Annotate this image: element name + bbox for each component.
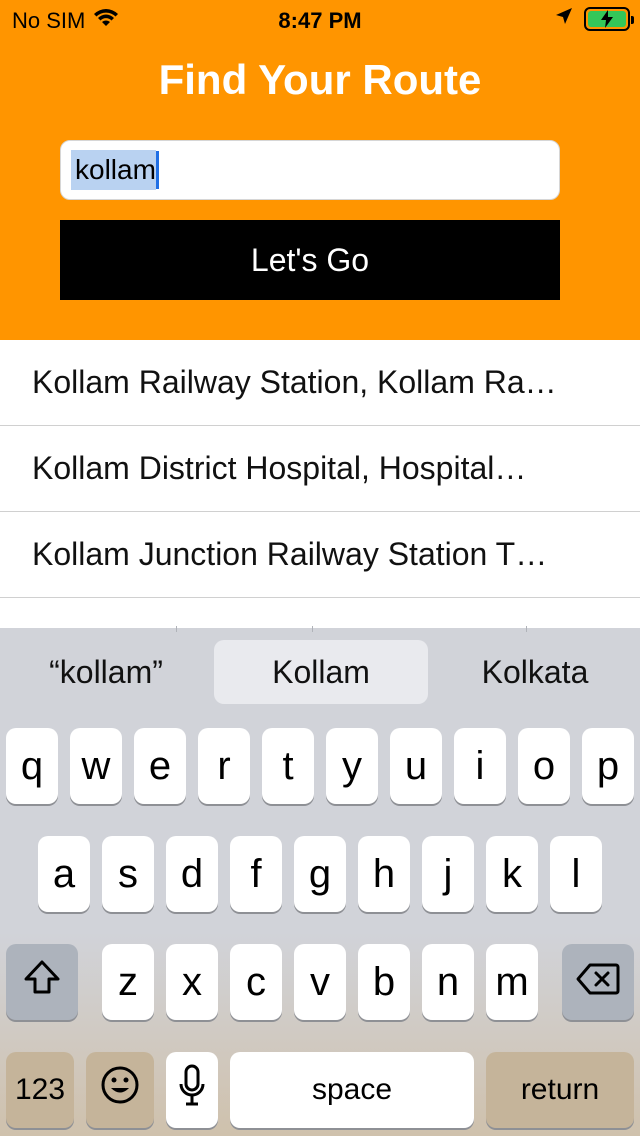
suggestion-item[interactable]: “kollam” bbox=[0, 640, 212, 704]
results-list: Kollam Railway Station, Kollam Ra… Kolla… bbox=[0, 340, 640, 598]
header: No SIM 8:47 PM Find Your Route kollam Le… bbox=[0, 0, 640, 340]
key-k[interactable]: k bbox=[486, 836, 538, 912]
list-item[interactable]: Kollam Railway Station, Kollam Ra… bbox=[0, 340, 640, 426]
space-key[interactable]: space bbox=[230, 1052, 474, 1128]
microphone-icon bbox=[178, 1064, 206, 1116]
key-h[interactable]: h bbox=[358, 836, 410, 912]
clock: 8:47 PM bbox=[278, 8, 362, 33]
lets-go-button[interactable]: Let's Go bbox=[60, 220, 560, 300]
key-l[interactable]: l bbox=[550, 836, 602, 912]
key-y[interactable]: y bbox=[326, 728, 378, 804]
list-item[interactable]: Kollam Junction Railway Station T… bbox=[0, 512, 640, 598]
suggestion-item[interactable]: Kollam bbox=[214, 640, 428, 704]
emoji-icon bbox=[100, 1065, 140, 1115]
suggestion-item[interactable]: Kolkata bbox=[430, 640, 640, 704]
battery-icon bbox=[584, 7, 634, 31]
return-key[interactable]: return bbox=[486, 1052, 634, 1128]
key-a[interactable]: a bbox=[38, 836, 90, 912]
page-title: Find Your Route bbox=[158, 56, 482, 103]
key-v[interactable]: v bbox=[294, 944, 346, 1020]
dictation-key[interactable] bbox=[166, 1052, 218, 1128]
text-caret bbox=[155, 151, 159, 189]
search-input[interactable]: kollam bbox=[60, 140, 560, 200]
numbers-key[interactable]: 123 bbox=[6, 1052, 74, 1128]
status-bar: No SIM 8:47 PM bbox=[0, 0, 640, 40]
key-b[interactable]: b bbox=[358, 944, 410, 1020]
shift-icon bbox=[22, 959, 62, 1005]
key-p[interactable]: p bbox=[582, 728, 634, 804]
backspace-icon bbox=[576, 960, 620, 1005]
divider bbox=[526, 626, 527, 632]
key-j[interactable]: j bbox=[422, 836, 474, 912]
shift-key[interactable] bbox=[6, 944, 78, 1020]
suggestion-bar: “kollam” Kollam Kolkata bbox=[0, 626, 640, 716]
key-x[interactable]: x bbox=[166, 944, 218, 1020]
key-c[interactable]: c bbox=[230, 944, 282, 1020]
key-o[interactable]: o bbox=[518, 728, 570, 804]
key-m[interactable]: m bbox=[486, 944, 538, 1020]
location-arrow-icon bbox=[554, 6, 574, 32]
divider bbox=[312, 626, 313, 632]
key-u[interactable]: u bbox=[390, 728, 442, 804]
key-s[interactable]: s bbox=[102, 836, 154, 912]
keyboard: “kollam” Kollam Kolkata q w e r t y u i … bbox=[0, 626, 640, 1136]
list-item[interactable]: Kollam District Hospital, Hospital… bbox=[0, 426, 640, 512]
backspace-key[interactable] bbox=[562, 944, 634, 1020]
key-g[interactable]: g bbox=[294, 836, 346, 912]
key-d[interactable]: d bbox=[166, 836, 218, 912]
key-q[interactable]: q bbox=[6, 728, 58, 804]
key-w[interactable]: w bbox=[70, 728, 122, 804]
key-z[interactable]: z bbox=[102, 944, 154, 1020]
key-e[interactable]: e bbox=[134, 728, 186, 804]
key-n[interactable]: n bbox=[422, 944, 474, 1020]
key-r[interactable]: r bbox=[198, 728, 250, 804]
emoji-key[interactable] bbox=[86, 1052, 154, 1128]
key-t[interactable]: t bbox=[262, 728, 314, 804]
key-f[interactable]: f bbox=[230, 836, 282, 912]
key-i[interactable]: i bbox=[454, 728, 506, 804]
search-input-value: kollam bbox=[71, 150, 156, 190]
divider bbox=[176, 626, 177, 632]
